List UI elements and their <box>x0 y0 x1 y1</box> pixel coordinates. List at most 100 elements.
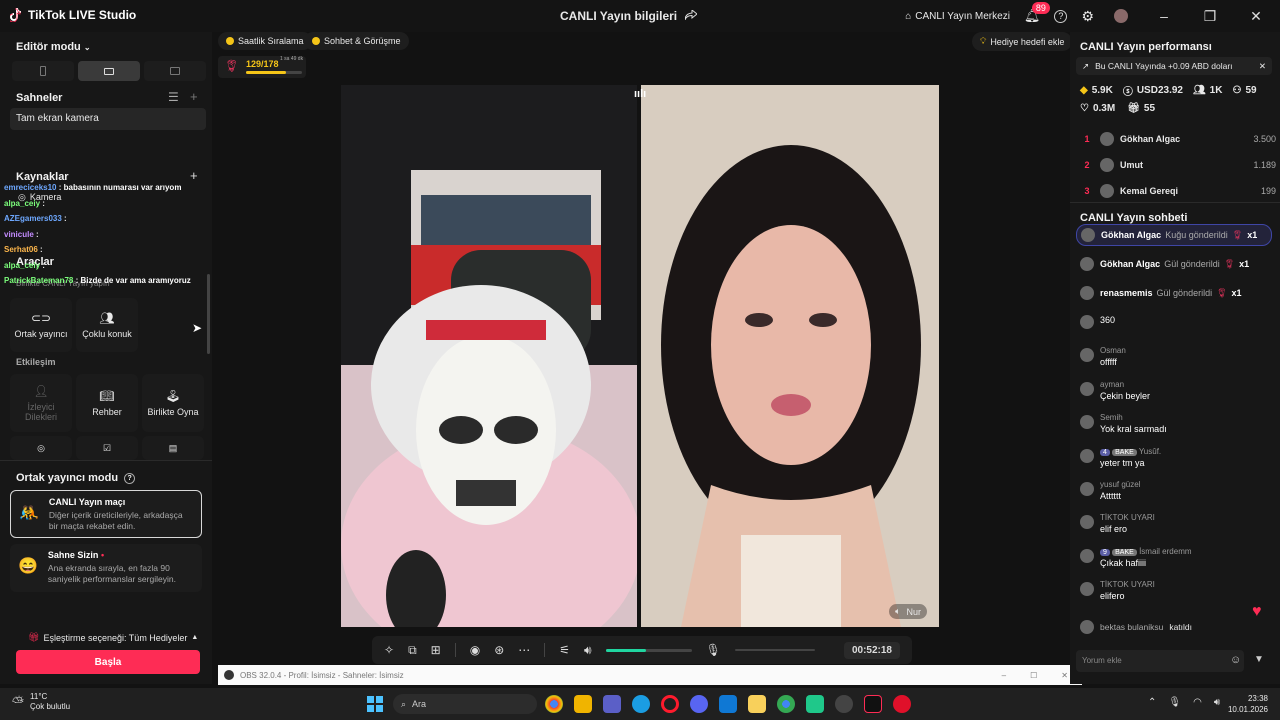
folder-icon[interactable] <box>748 695 766 713</box>
gift-goal-button[interactable]: 💡︎ Hediye hedefi ekle <box>972 32 1073 51</box>
comment-input[interactable]: Yorum ekle <box>1076 650 1244 672</box>
opera-icon[interactable] <box>661 695 679 713</box>
add-source-button[interactable]: + <box>190 168 198 183</box>
close-icon[interactable]: ✕ <box>1259 61 1266 72</box>
rank-value: 3.500 <box>1253 134 1276 144</box>
app-icon[interactable] <box>835 695 853 713</box>
app-icon[interactable] <box>806 695 824 713</box>
speaker-icon[interactable]: 🔊︎ <box>1214 697 1220 708</box>
checklist-tool[interactable]: ☑ <box>76 436 138 460</box>
minimize-button[interactable]: – <box>1148 8 1180 24</box>
weather-widget[interactable]: ⛅︎ 11°C Çok bulutlu <box>12 692 70 712</box>
avatar[interactable] <box>1114 9 1128 23</box>
volume-fill <box>605 648 646 652</box>
obs-window-bar[interactable]: OBS 32.0.4 - Profil: İsimsiz - Sahneler:… <box>218 665 1082 685</box>
rank-row[interactable]: 2 Umut 1.189 <box>1080 152 1276 178</box>
rank-row[interactable]: 1 Gökhan Algac 3.500 <box>1080 126 1276 152</box>
rank-row[interactable]: 3 Kemal Gereqi 199 <box>1080 178 1276 204</box>
edge-icon[interactable] <box>632 695 650 713</box>
maximize-button[interactable]: ❐ <box>1194 8 1226 25</box>
match-option-dropdown[interactable]: 🎁︎ Eşleştirme seçeneği: Tüm Hediyeler ▲ <box>28 632 198 643</box>
scene-item[interactable]: Tam ekran kamera <box>10 108 206 130</box>
teams-icon[interactable] <box>603 695 621 713</box>
tiktok-icon[interactable] <box>864 695 882 713</box>
wifi-icon[interactable]: ◠ <box>1193 697 1202 708</box>
editor-mode-dropdown[interactable]: Editör modu ⌄ <box>16 41 91 53</box>
cohost-tool[interactable]: ⊂⊃ Ortak yayıncı <box>10 298 72 352</box>
store-icon[interactable] <box>574 695 592 713</box>
speaker-icon[interactable]: 🔊︎ <box>584 643 592 658</box>
stream-controls: ✧ ⧉ ⊞ ◉ ⊛ ⋯ ⚟ 🔊︎ 🎙︎ 00:52:18 <box>372 636 912 664</box>
dual-mode-button[interactable] <box>144 61 206 81</box>
close-button[interactable]: ✕ <box>1061 671 1068 680</box>
live-match-card[interactable]: 🤼 CANLI Yayın maçı Diğer içerik üreticil… <box>10 490 202 538</box>
chrome-icon[interactable] <box>545 695 563 713</box>
avatar <box>1080 315 1094 329</box>
multi-guest-tool[interactable]: 👥︎ Çoklu konuk <box>76 298 138 352</box>
chat-message[interactable]: 9 BAKE İsmail erdemm Çıkak hafiiii <box>1080 547 1276 580</box>
start-button[interactable]: Başla <box>16 650 200 674</box>
discord-icon[interactable] <box>690 695 708 713</box>
gear-icon[interactable]: ⚙ <box>1081 8 1094 25</box>
chat-message[interactable]: 360 <box>1080 313 1276 346</box>
list-icon[interactable]: ☰ <box>168 90 179 104</box>
youtube-icon[interactable] <box>893 695 911 713</box>
sliders-icon[interactable]: ⚟ <box>559 643 570 657</box>
dollar-icon: ⓢ <box>1122 87 1133 98</box>
home-icon: ⌂ <box>905 10 912 22</box>
guide-tool[interactable]: 📖︎ Rehber <box>76 374 138 432</box>
hourly-ranking-pill[interactable]: Saatlik Sıralama <box>218 32 312 50</box>
chat-message[interactable]: Osman offfff <box>1080 346 1276 379</box>
gift-progress-widget[interactable]: 🌹︎ 129/178 1 sa 49 dk <box>218 56 306 78</box>
viewer-requests-tool[interactable]: 👤︎ İzleyici Dilekleri <box>10 374 72 432</box>
notification-button[interactable]: 🔔︎ 89 <box>1024 2 1050 24</box>
heart-icon[interactable]: ♥ <box>1252 603 1262 621</box>
portrait-mode-button[interactable] <box>12 61 74 81</box>
play-together-tool[interactable]: 🕹︎ Birlikte Oyna <box>142 374 204 432</box>
chat-message[interactable]: Semih Yok kral sarmadı <box>1080 413 1276 446</box>
live-info-button[interactable]: CANLI Yayın bilgileri <box>560 8 698 23</box>
progress-track <box>246 71 302 74</box>
add-scene-button[interactable]: + <box>190 89 198 104</box>
effects-icon[interactable]: ⧉ <box>408 643 417 658</box>
left-scrollbar[interactable] <box>207 274 210 354</box>
avatar <box>1080 548 1094 563</box>
chat-message[interactable]: 4 BAKE Yusûf. yeter tm ya <box>1080 447 1276 480</box>
overlay-chat-user: AZEgamers033 <box>4 214 62 223</box>
help-icon[interactable]: ? <box>1054 9 1068 23</box>
taskbar-search[interactable]: ⌕ Ara <box>393 694 537 714</box>
chat-call-pill[interactable]: Sohbet & Görüşme <box>304 32 409 50</box>
clock[interactable]: 23:38 10.01.2026 <box>1226 693 1268 715</box>
match-option-label: Eşleştirme seçeneği: Tüm Hediyeler <box>43 632 188 643</box>
chat-message[interactable]: TİKTOK UYARI elif ero <box>1080 513 1276 546</box>
landscape-mode-button[interactable] <box>78 61 140 81</box>
maximize-button[interactable]: ☐ <box>1030 671 1037 680</box>
record-icon[interactable]: ◉ <box>470 643 480 657</box>
more-icon[interactable]: ⋯ <box>518 643 530 657</box>
emoji-icon[interactable]: ☺ <box>1230 654 1241 666</box>
box-tool[interactable]: ▤ <box>142 436 204 460</box>
stage-card[interactable]: 😄 Sahne Sizin • Ana ekranda sırayla, en … <box>10 544 202 592</box>
mic-icon[interactable]: 🎙︎ <box>1168 697 1181 708</box>
live-center-button[interactable]: ⌂ CANLI Yayın Merkezi <box>905 11 1010 22</box>
help-icon[interactable]: ? <box>124 472 136 484</box>
person-icon: 👤︎ <box>33 384 49 398</box>
magic-wand-icon[interactable]: ✧ <box>384 643 394 657</box>
chat-message[interactable]: TİKTOK UYARI elifero <box>1080 580 1276 613</box>
filter-icon[interactable]: ▼ <box>1254 654 1264 665</box>
cohost-name-tag[interactable]: 🔈︎ Nur <box>889 604 927 619</box>
mic-level[interactable] <box>734 649 815 651</box>
mic-icon[interactable]: 🎙︎ <box>706 643 721 657</box>
chat-message[interactable]: ayman Çekin beyler <box>1080 380 1276 413</box>
volume-slider[interactable] <box>605 648 692 652</box>
minimize-button[interactable]: – <box>1002 671 1006 680</box>
close-button[interactable]: ✕ <box>1240 8 1272 25</box>
chat-message[interactable]: yusuf güzel Atttttt <box>1080 480 1276 513</box>
camera-switch-icon[interactable]: ⊛ <box>494 643 504 657</box>
layout-icon[interactable]: ⊞ <box>431 643 441 657</box>
mail-icon[interactable] <box>719 695 737 713</box>
windows-start-icon[interactable] <box>366 695 384 713</box>
target-tool[interactable]: ◎ <box>10 436 72 460</box>
chevron-up-icon[interactable]: ⌃ <box>1148 697 1156 708</box>
chrome-icon[interactable] <box>777 695 795 713</box>
